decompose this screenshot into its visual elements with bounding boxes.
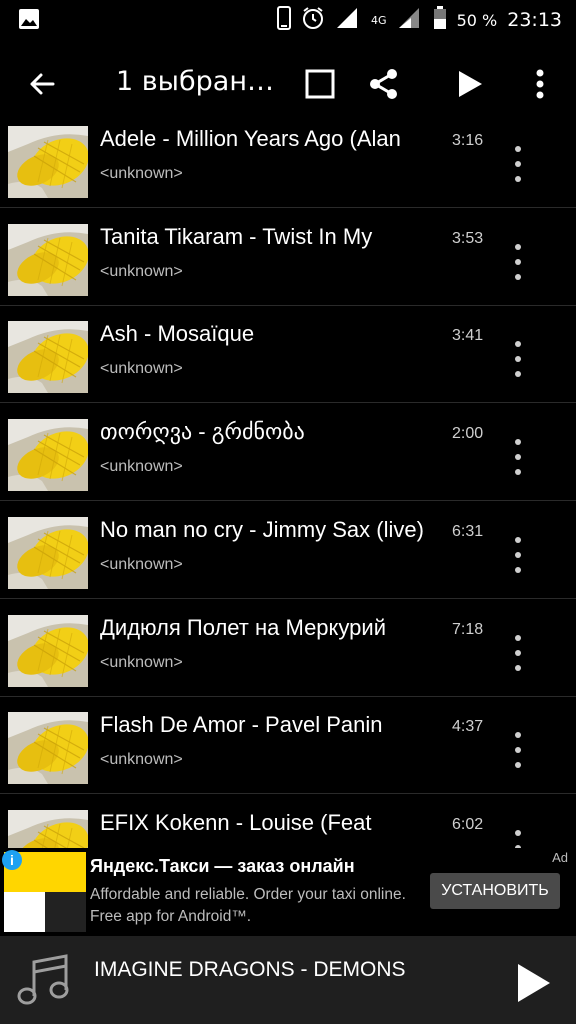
- signal-sim2-icon: [397, 6, 423, 34]
- track-row[interactable]: Дидюля Полет на Меркурий <unknown> 7:18: [0, 599, 576, 697]
- status-bar: 4G 50 % 23:13: [0, 0, 576, 40]
- ad-info-icon[interactable]: i: [2, 850, 22, 870]
- track-duration: 3:41: [452, 327, 484, 345]
- track-artist: <unknown>: [100, 458, 183, 476]
- track-more-button[interactable]: [506, 146, 530, 182]
- track-more-button[interactable]: [506, 536, 530, 573]
- track-artist: <unknown>: [100, 555, 183, 573]
- track-duration: 4:37: [452, 718, 484, 736]
- battery-percent: 50 %: [456, 10, 498, 30]
- album-art-thumbnail: [8, 516, 88, 589]
- track-more-button[interactable]: [506, 439, 530, 476]
- track-artist: <unknown>: [100, 653, 183, 671]
- gallery-notification-icon: [18, 8, 40, 34]
- track-title: თორღვა - გრძნობა: [100, 419, 305, 445]
- clock: 23:13: [507, 9, 562, 31]
- overflow-menu-button[interactable]: [514, 58, 566, 110]
- now-playing-play-button[interactable]: [506, 958, 556, 1008]
- track-more-button[interactable]: [506, 829, 530, 848]
- track-more-button[interactable]: [506, 341, 530, 378]
- more-vert-icon: [536, 69, 544, 99]
- track-more-button[interactable]: [506, 732, 530, 769]
- album-art-thumbnail: [8, 223, 88, 296]
- album-art-thumbnail: [8, 126, 88, 198]
- music-note-icon: [14, 950, 74, 1010]
- track-title: EFIX Kokenn - Louise (Feat: [100, 809, 372, 835]
- phone-icon: [277, 6, 292, 34]
- arrow-back-icon: [30, 73, 55, 95]
- track-row[interactable]: Flash De Amor - Pavel Panin <unknown> 4:37: [0, 696, 576, 795]
- track-row[interactable]: EFIX Kokenn - Louise (Feat 6:02: [0, 794, 576, 848]
- track-title: Flash De Amor - Pavel Panin: [100, 712, 383, 738]
- alarm-icon: [301, 6, 325, 34]
- track-list: Adele - Million Years Ago (Alan <unknown>…: [0, 110, 576, 848]
- selection-title: 1 выбранн…: [116, 66, 286, 97]
- battery-icon: [433, 6, 447, 34]
- track-artist: <unknown>: [100, 165, 183, 182]
- play-icon: [459, 71, 482, 97]
- album-art-thumbnail: [8, 321, 88, 394]
- checkbox-icon: [305, 69, 335, 99]
- track-row[interactable]: Tanita Tikaram - Twist In My <unknown> 3:5…: [0, 208, 576, 306]
- track-title: Tanita Tikaram - Twist In My: [100, 223, 373, 249]
- signal-sim1-icon: [335, 6, 361, 34]
- share-button[interactable]: [358, 58, 410, 110]
- now-playing-bar[interactable]: IMAGINE DRAGONS - DEMONS: [0, 936, 576, 1024]
- track-duration: 6:31: [452, 522, 484, 540]
- track-duration: 3:16: [452, 132, 484, 149]
- ad-install-button[interactable]: УСТАНОВИТЬ: [430, 873, 560, 909]
- play-selected-button[interactable]: [444, 58, 496, 110]
- track-duration: 7:18: [452, 620, 484, 638]
- track-row[interactable]: Adele - Million Years Ago (Alan <unknown>…: [0, 110, 576, 208]
- play-icon: [518, 964, 550, 1002]
- track-title: Adele - Million Years Ago (Alan: [100, 126, 401, 151]
- track-artist: <unknown>: [100, 751, 183, 769]
- track-row[interactable]: Ash - Mosaïque <unknown> 3:41: [0, 305, 576, 404]
- track-row[interactable]: No man no cry - Jimmy Sax (live) <unknown…: [0, 501, 576, 599]
- track-more-button[interactable]: [506, 243, 530, 280]
- track-duration: 3:53: [452, 229, 484, 247]
- ad-label: Ad: [552, 850, 568, 865]
- network-type: 4G: [371, 13, 387, 27]
- track-title: No man no cry - Jimmy Sax (live): [100, 516, 424, 542]
- album-art-thumbnail: [8, 809, 88, 848]
- track-duration: 6:02: [452, 815, 484, 833]
- select-all-button[interactable]: [294, 58, 346, 110]
- now-playing-title: IMAGINE DRAGONS - DEMONS: [94, 958, 406, 981]
- track-more-button[interactable]: [506, 634, 530, 671]
- ad-title: Яндекс.Такси — заказ онлайн: [90, 856, 355, 876]
- ad-description: Affordable and reliable. Order your taxi…: [90, 886, 406, 925]
- back-button[interactable]: [16, 58, 68, 110]
- track-artist: <unknown>: [100, 262, 183, 280]
- ad-banner[interactable]: i Яндекс.Такси — заказ онлайн Affordable…: [0, 848, 576, 936]
- track-row[interactable]: თორღვა - გრძნობა <unknown> 2:00: [0, 403, 576, 502]
- track-artist: <unknown>: [100, 360, 183, 378]
- track-title: Ash - Mosaïque: [100, 321, 255, 347]
- album-art-thumbnail: [8, 614, 88, 687]
- track-duration: 2:00: [452, 425, 484, 443]
- album-art-thumbnail: [8, 712, 88, 785]
- track-title: Дидюля Полет на Меркурий: [100, 614, 386, 640]
- share-icon: [370, 69, 397, 99]
- album-art-thumbnail: [8, 419, 88, 492]
